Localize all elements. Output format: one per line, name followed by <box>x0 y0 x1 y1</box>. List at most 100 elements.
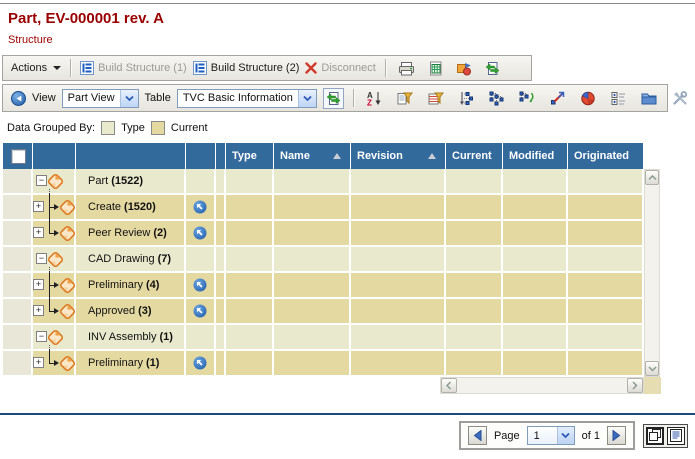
expand-toggle[interactable]: + <box>33 201 44 212</box>
type-icon <box>46 172 65 194</box>
column-header-label: Originated <box>574 150 629 162</box>
maximize-table-button[interactable] <box>646 427 664 445</box>
data-cell <box>568 351 644 375</box>
data-cell <box>351 299 446 323</box>
row-label: Preliminary(4) <box>76 273 186 297</box>
chart-icon[interactable] <box>577 90 599 107</box>
vertical-scrollbar[interactable] <box>644 169 660 377</box>
data-cell <box>274 169 351 193</box>
chevron-down-icon[interactable] <box>557 427 574 444</box>
row-select-cell[interactable] <box>3 299 33 323</box>
expand-one-level-icon[interactable] <box>456 90 477 107</box>
row-select-cell[interactable] <box>3 195 33 219</box>
data-cell <box>351 169 446 193</box>
data-cell <box>568 299 644 323</box>
type-icon <box>58 354 77 376</box>
promote-cell <box>186 195 216 219</box>
data-cell <box>446 299 503 323</box>
bottom-divider <box>0 413 695 415</box>
folder-icon[interactable] <box>638 90 660 106</box>
next-page-button[interactable] <box>607 426 626 445</box>
data-cell <box>274 273 351 297</box>
data-cell <box>226 273 274 297</box>
refresh-table-button[interactable] <box>323 88 344 109</box>
expand-toggle[interactable]: + <box>33 357 44 368</box>
page-count-label: of 1 <box>582 430 600 442</box>
sort-ascending-icon <box>428 153 436 159</box>
promote-icon[interactable] <box>193 278 207 292</box>
preferences-icon[interactable] <box>669 90 691 107</box>
expand-to-level-icon[interactable] <box>516 90 538 107</box>
column-header-originated[interactable]: Originated <box>568 143 644 169</box>
toolbar-divider <box>353 89 354 107</box>
scroll-down-button[interactable] <box>645 361 659 376</box>
data-cell <box>216 325 226 349</box>
expand-toggle[interactable]: + <box>33 227 44 238</box>
back-icon[interactable] <box>11 91 26 106</box>
data-cell <box>351 351 446 375</box>
chevron-down-icon[interactable] <box>298 90 316 107</box>
remove-level-icon[interactable] <box>547 90 568 107</box>
select-all-checkbox[interactable] <box>11 149 26 164</box>
promote-icon[interactable] <box>193 356 207 370</box>
actions-menu-button[interactable]: Actions <box>11 62 61 74</box>
sort-az-icon[interactable]: AZ <box>363 90 385 107</box>
view-select[interactable]: Part View <box>62 89 139 108</box>
expand-collapse-icon[interactable] <box>608 90 629 107</box>
build-structure-1-button[interactable]: Build Structure (1) <box>80 61 187 75</box>
data-cell <box>274 247 351 271</box>
row-select-cell[interactable] <box>3 169 33 193</box>
table-label: Table <box>145 92 171 104</box>
expand-toggle[interactable]: + <box>33 305 44 316</box>
row-select-cell[interactable] <box>3 247 33 271</box>
type-icon <box>46 328 65 350</box>
expand-toggle[interactable]: + <box>33 279 44 290</box>
data-cell <box>216 195 226 219</box>
vertical-scroll-track[interactable] <box>645 185 659 361</box>
promote-cell <box>186 273 216 297</box>
horizontal-scrollbar[interactable] <box>440 377 644 394</box>
promote-icon[interactable] <box>193 200 207 214</box>
table-select[interactable]: TVC Basic Information <box>177 89 317 108</box>
row-select-cell[interactable] <box>3 325 33 349</box>
column-header-revision[interactable]: Revision <box>351 143 446 169</box>
details-view-button[interactable] <box>667 427 685 445</box>
promote-icon[interactable] <box>193 304 207 318</box>
chevron-down-icon[interactable] <box>120 90 138 107</box>
build-structure-2-button[interactable]: Build Structure (2) <box>193 61 300 75</box>
refresh-export-icon[interactable] <box>482 60 503 77</box>
page-select-value: 1 <box>528 427 557 444</box>
data-cell <box>568 221 644 245</box>
expand-all-levels-icon[interactable] <box>486 90 507 107</box>
visualize-icon[interactable] <box>453 60 475 77</box>
row-select-cell[interactable] <box>3 273 33 297</box>
promote-icon[interactable] <box>193 226 207 240</box>
disconnect-button[interactable]: Disconnect <box>305 62 375 74</box>
scroll-up-button[interactable] <box>645 170 659 185</box>
actions-menu-label: Actions <box>11 62 47 74</box>
tree-cell: + <box>33 195 76 219</box>
filter-columns-icon[interactable] <box>394 90 416 107</box>
tree-connector <box>49 219 50 233</box>
data-cell <box>216 169 226 193</box>
column-header-modified[interactable]: Modified <box>503 143 568 169</box>
filter-rows-icon[interactable] <box>425 90 447 107</box>
column-header-type[interactable]: Type <box>226 143 274 169</box>
scroll-left-button[interactable] <box>441 378 457 393</box>
previous-page-button[interactable] <box>468 426 487 445</box>
column-header-label: Type <box>232 150 257 162</box>
export-excel-icon[interactable] <box>425 60 446 77</box>
column-header-current[interactable]: Current <box>446 143 503 169</box>
scroll-right-button[interactable] <box>627 378 643 393</box>
type-legend-label: Type <box>121 122 145 134</box>
data-cell <box>568 325 644 349</box>
view-label: View <box>32 92 56 104</box>
row-select-cell[interactable] <box>3 351 33 375</box>
row-select-cell[interactable] <box>3 221 33 245</box>
horizontal-scroll-track[interactable] <box>457 378 627 393</box>
row-label: Approved(3) <box>76 299 186 323</box>
column-header-name[interactable]: Name <box>274 143 351 169</box>
print-icon[interactable] <box>395 60 418 77</box>
data-cell <box>226 195 274 219</box>
page-select[interactable]: 1 <box>527 426 575 445</box>
